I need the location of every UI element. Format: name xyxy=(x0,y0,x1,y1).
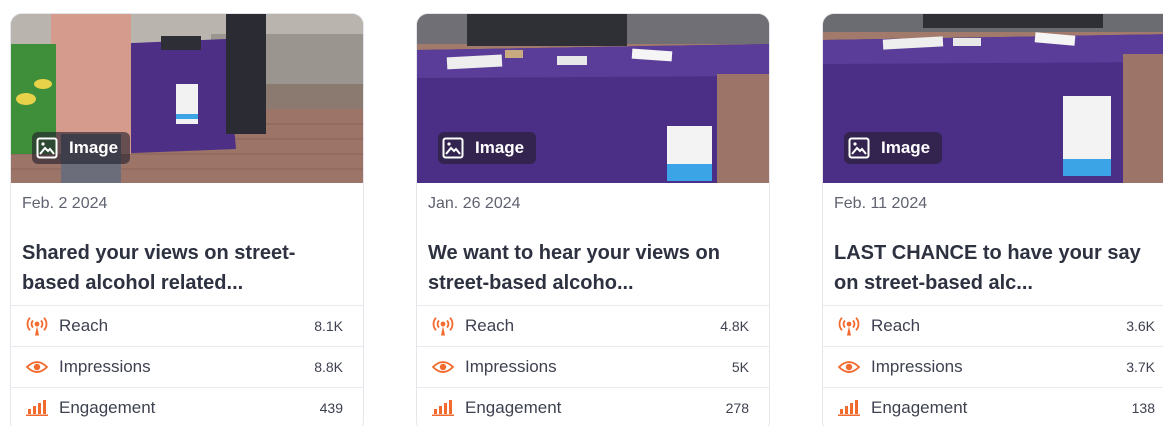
post-date: Jan. 26 2024 xyxy=(428,195,521,212)
media-type-badge: Image xyxy=(438,132,537,164)
metric-value: 8.8K xyxy=(314,359,343,375)
metric-value: 439 xyxy=(319,400,343,416)
metric-value: 5K xyxy=(731,359,749,375)
metric-label: Reach xyxy=(59,316,109,335)
metric-label: Engagement xyxy=(59,398,156,417)
eye-icon xyxy=(837,357,861,377)
metric-row-impressions: Impressions 3.7K xyxy=(823,346,1163,387)
metric-label: Impressions xyxy=(871,357,963,376)
broadcast-icon xyxy=(25,316,49,336)
media-type-badge: Image xyxy=(844,132,943,164)
bar-chart-icon xyxy=(431,398,455,418)
metric-row-reach: Reach 8.1K xyxy=(11,305,363,346)
metric-row-reach: Reach 4.8K xyxy=(417,305,769,346)
metric-value: 3.6K xyxy=(1126,318,1155,334)
media-type-label: Image xyxy=(69,138,119,157)
post-date: Feb. 11 2024 xyxy=(834,195,928,212)
media-type-label: Image xyxy=(475,138,525,157)
metric-label: Impressions xyxy=(465,357,557,376)
post-title[interactable]: We want to hear your views on street-bas… xyxy=(428,238,758,298)
metric-value: 8.1K xyxy=(314,318,343,334)
post-card[interactable]: Image Feb. 11 2024 LAST CHANCE to have y… xyxy=(822,13,1163,426)
post-title[interactable]: Shared your views on street-based alcoho… xyxy=(22,238,352,298)
metric-value: 4.8K xyxy=(720,318,749,334)
post-thumbnail[interactable]: Image xyxy=(823,14,1163,183)
metric-row-impressions: Impressions 5K xyxy=(417,346,769,387)
metric-value: 278 xyxy=(725,400,749,416)
eye-icon xyxy=(431,357,455,377)
metric-row-reach: Reach 3.6K xyxy=(823,305,1163,346)
metric-row-engagement: Engagement 439 xyxy=(11,387,363,426)
bar-chart-icon xyxy=(837,398,861,418)
media-type-badge: Image xyxy=(32,132,131,164)
post-card[interactable]: Image Jan. 26 2024 We want to hear your … xyxy=(416,13,770,426)
metric-label: Engagement xyxy=(871,398,968,417)
image-icon xyxy=(36,137,58,159)
metric-label: Reach xyxy=(871,316,921,335)
metric-row-engagement: Engagement 278 xyxy=(417,387,769,426)
bar-chart-icon xyxy=(25,398,49,418)
metric-label: Engagement xyxy=(465,398,562,417)
post-thumbnail[interactable]: Image xyxy=(417,14,769,183)
broadcast-icon xyxy=(431,316,455,336)
broadcast-icon xyxy=(837,316,861,336)
metric-label: Reach xyxy=(465,316,515,335)
metric-label: Impressions xyxy=(59,357,151,376)
metric-row-impressions: Impressions 8.8K xyxy=(11,346,363,387)
image-icon xyxy=(442,137,464,159)
metric-value: 3.7K xyxy=(1126,359,1155,375)
metric-value: 138 xyxy=(1131,400,1155,416)
post-title[interactable]: LAST CHANCE to have your say on street-b… xyxy=(834,238,1163,298)
image-icon xyxy=(848,137,870,159)
eye-icon xyxy=(25,357,49,377)
post-thumbnail[interactable]: Image xyxy=(11,14,363,183)
metric-row-engagement: Engagement 138 xyxy=(823,387,1163,426)
post-card[interactable]: Image Feb. 2 2024 Shared your views on s… xyxy=(10,13,364,426)
media-type-label: Image xyxy=(881,138,931,157)
post-date: Feb. 2 2024 xyxy=(22,195,108,212)
